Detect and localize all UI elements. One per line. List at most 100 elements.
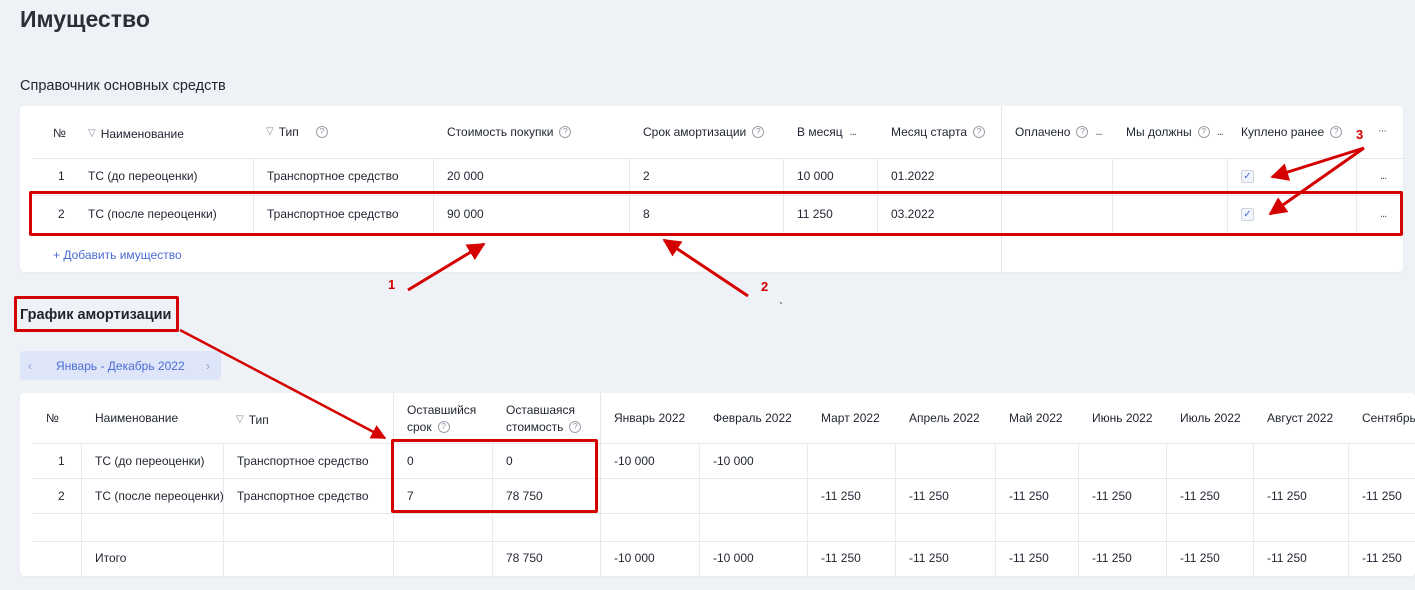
total-month-value: -11 250 [821, 551, 861, 565]
row-month-value: -11 250 [1362, 489, 1402, 503]
col-bought-before-label: Куплено ранее [1241, 124, 1325, 139]
annotation-1: 1 [388, 277, 396, 292]
table-settings-icon[interactable]: ··· [1378, 122, 1387, 139]
total-month-value: -10 000 [614, 551, 655, 565]
help-icon[interactable]: ? [559, 125, 572, 138]
row-month-value: -10 000 [713, 454, 754, 468]
col-remaining-cost-header-line2: стоимость ? [506, 418, 582, 435]
row-name: ТС (после переоценки) [95, 489, 224, 503]
col-paid-header: Оплачено ? ... [1015, 123, 1103, 140]
col-type-header[interactable]: ▽ Тип ? [266, 123, 328, 140]
col-per-month-header: В месяц ... [797, 123, 857, 140]
help-icon[interactable]: ? [437, 420, 450, 433]
col-remaining-term-header-line2: срок ? [407, 418, 450, 435]
column-menu-icon[interactable]: ... [1217, 126, 1224, 138]
col-cost-header: Стоимость покупки ? [447, 123, 572, 140]
bought-before-checkbox[interactable]: ✓ [1241, 170, 1254, 183]
col-month-header: Июнь 2022 [1092, 410, 1153, 425]
row-month-value: -10 000 [614, 454, 655, 468]
annotation-3: 3 [1356, 127, 1364, 142]
col-type-label: Тип [278, 124, 299, 139]
col-remaining-cost-header-line1: Оставшаяся [506, 402, 576, 417]
row-term[interactable]: 2 [643, 168, 650, 184]
filter-icon[interactable]: ▽ [236, 414, 244, 425]
total-month-value: -11 250 [1009, 551, 1049, 565]
highlight-row-box [29, 191, 1403, 236]
total-remaining-cost: 78 750 [506, 551, 543, 565]
col-month-header: Июль 2022 [1180, 410, 1241, 425]
row-type[interactable]: Транспортное средство [267, 168, 399, 184]
row-num: 1 [58, 169, 65, 183]
row-type: Транспортное средство [237, 454, 369, 468]
total-month-value: -10 000 [713, 551, 754, 565]
row-start-month[interactable]: 01.2022 [891, 168, 934, 184]
column-menu-icon[interactable]: ... [1095, 126, 1102, 138]
help-icon[interactable]: ? [1076, 125, 1089, 138]
col-start-month-label: Месяц старта [891, 124, 967, 139]
period-label: Январь - Декабрь 2022 [56, 358, 185, 373]
total-month-value: -11 250 [909, 551, 949, 565]
period-selector[interactable]: ‹ Январь - Декабрь 2022 › [20, 351, 221, 380]
help-icon[interactable]: ? [1197, 125, 1210, 138]
col-we-owe-label: Мы должны [1126, 124, 1192, 139]
highlight-remaining-box [391, 439, 598, 513]
row-name[interactable]: ТС (до переоценки) [88, 168, 198, 184]
col-month-header: Май 2022 [1009, 410, 1063, 425]
column-menu-icon[interactable]: ... [850, 126, 857, 138]
col-month-header: Август 2022 [1267, 410, 1334, 425]
highlight-title-box [14, 296, 179, 332]
row-month-value: -11 250 [1092, 489, 1132, 503]
col-term-header: Срок амортизации ? [643, 123, 765, 140]
col-type-header[interactable]: ▽ Тип [236, 411, 269, 428]
col-month-header: Апрель 2022 [909, 410, 980, 425]
col-start-month-header: Месяц старта ? [891, 123, 985, 140]
col-name-label: Наименование [100, 126, 184, 141]
col-cost-label: Стоимость покупки [447, 124, 554, 139]
col-name-header[interactable]: ▽ Наименование [88, 125, 184, 142]
help-icon[interactable]: ? [1330, 125, 1343, 138]
annotation-2: 2 [761, 279, 769, 294]
col-month-header: Февраль 2022 [713, 410, 792, 425]
col-bought-before-header: Куплено ранее ? [1241, 123, 1343, 140]
total-month-value: -11 250 [1092, 551, 1132, 565]
row-month-value: -11 250 [1009, 489, 1049, 503]
help-icon[interactable]: ? [315, 125, 328, 138]
chevron-right-icon[interactable]: › [206, 359, 210, 373]
row-month-value: -11 250 [821, 489, 861, 503]
assets-table: № ▽ Наименование ▽ Тип ? Стоимость покуп… [20, 106, 1403, 272]
row-menu-icon[interactable]: ... [1380, 168, 1387, 184]
chevron-left-icon[interactable]: ‹ [28, 359, 32, 373]
col-per-month-label: В месяц [797, 124, 843, 139]
col-name-header: Наименование [95, 410, 179, 425]
col-type-label: Тип [248, 412, 269, 427]
row-month-value: -11 250 [909, 489, 949, 503]
col-remaining-term-label: срок [407, 419, 432, 434]
row-name: ТС (до переоценки) [95, 454, 205, 468]
filter-icon[interactable]: ▽ [266, 126, 274, 137]
help-icon[interactable]: ? [752, 125, 765, 138]
total-label: Итого [95, 551, 127, 565]
add-asset-link[interactable]: + Добавить имущество [53, 248, 182, 262]
help-icon[interactable]: ? [973, 125, 985, 138]
total-month-value: -11 250 [1180, 551, 1220, 565]
col-num-header: № [46, 410, 59, 425]
col-num-header: № [53, 125, 66, 140]
row-cost[interactable]: 20 000 [447, 168, 484, 184]
page-title: Имущество [20, 6, 150, 32]
row-per-month: 10 000 [797, 169, 834, 183]
row-num: 2 [58, 489, 65, 503]
assets-section-title: Справочник основных средств [20, 78, 226, 94]
total-month-value: -11 250 [1267, 551, 1307, 565]
col-remaining-term-header-line1: Оставшийся [407, 402, 477, 417]
row-month-value: -11 250 [1180, 489, 1220, 503]
total-month-value: -11 250 [1362, 551, 1402, 565]
col-we-owe-header: Мы должны ? ... [1126, 123, 1224, 140]
help-icon[interactable]: ? [569, 420, 582, 433]
row-type: Транспортное средство [237, 489, 369, 503]
filter-icon[interactable]: ▽ [88, 128, 96, 139]
row-num: 1 [58, 454, 65, 468]
schedule-table: № Наименование ▽ Тип Оставшийся срок ? О… [20, 393, 1415, 576]
col-month-header: Март 2022 [821, 410, 880, 425]
annotation-tick: ` [779, 300, 783, 314]
col-remaining-cost-label: стоимость [506, 419, 564, 434]
